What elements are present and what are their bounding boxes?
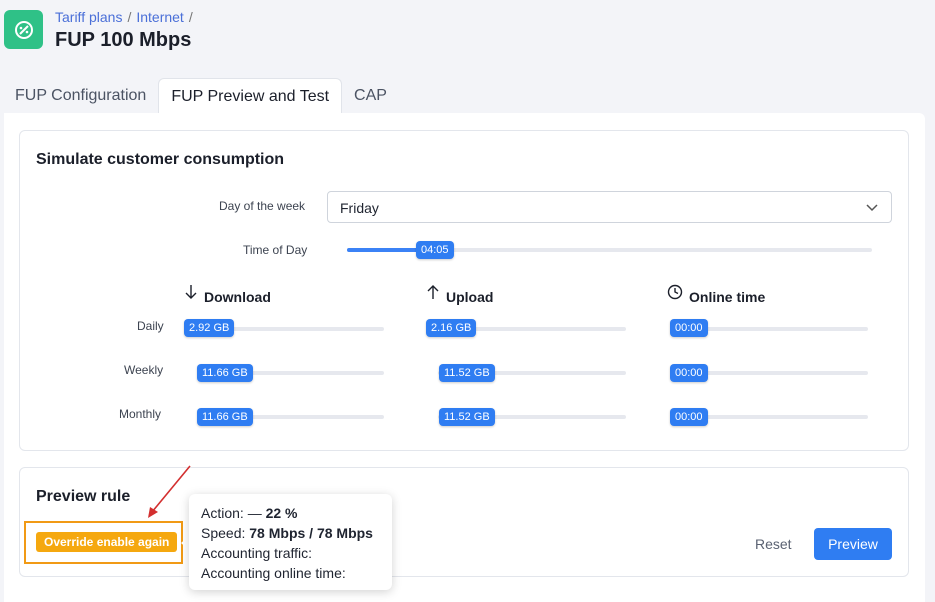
tooltip-action-value: 22 % [265, 505, 298, 521]
daily-upload-handle[interactable]: 2.16 GB [426, 319, 477, 337]
time-of-day-slider-fill [347, 248, 421, 252]
rule-tooltip: Action: — 22 % Speed: 78 Mbps / 78 Mbps … [189, 494, 392, 590]
simulate-title: Simulate customer consumption [36, 151, 285, 168]
breadcrumb-tariff-plans[interactable]: Tariff plans [55, 9, 122, 25]
tooltip-speed-value: 78 Mbps / 78 Mbps [249, 525, 373, 541]
online-time-header: Online time [667, 281, 765, 305]
arrow-down-icon [184, 284, 198, 303]
preview-rule-title: Preview rule [36, 488, 131, 505]
page-title: FUP 100 Mbps [55, 29, 192, 51]
day-of-week-select[interactable]: Friday [327, 191, 892, 223]
weekly-upload-handle[interactable]: 11.52 GB [439, 364, 495, 382]
tooltip-speed-line: Speed: 78 Mbps / 78 Mbps [201, 523, 380, 543]
daily-online-handle[interactable]: 00:00 [670, 319, 708, 337]
monthly-online-handle[interactable]: 00:00 [670, 408, 708, 426]
reset-button[interactable]: Reset [745, 532, 802, 556]
tooltip-accounting-traffic: Accounting traffic: [201, 545, 313, 561]
time-of-day-slider-handle[interactable]: 04:05 [416, 241, 454, 259]
upload-header: Upload [426, 281, 493, 305]
breadcrumb-separator: / [127, 9, 132, 25]
tooltip-action-line: Action: — 22 % [201, 503, 380, 523]
tooltip-action-label: Action: [201, 505, 244, 521]
time-of-day-label: Time of Day [243, 243, 308, 257]
arrow-up-icon [426, 284, 440, 303]
tab-cap[interactable]: CAP [342, 78, 399, 114]
tab-fup-preview-and-test[interactable]: FUP Preview and Test [158, 78, 343, 114]
annotation-arrow-icon [148, 465, 191, 518]
app-logo-icon [4, 10, 43, 49]
breadcrumb: Tariff plans / Internet / [55, 9, 193, 25]
tab-fup-configuration[interactable]: FUP Configuration [0, 78, 158, 114]
day-of-week-value: Friday [340, 200, 379, 216]
breadcrumb-internet[interactable]: Internet [136, 9, 183, 25]
preview-button[interactable]: Preview [814, 528, 892, 560]
weekly-download-handle[interactable]: 11.66 GB [197, 364, 253, 382]
clock-icon [667, 284, 683, 303]
monthly-upload-handle[interactable]: 11.52 GB [439, 408, 495, 426]
download-header: Download [184, 281, 271, 305]
monthly-download-handle[interactable]: 11.66 GB [197, 408, 253, 426]
chevron-down-icon [865, 200, 879, 217]
weekly-online-handle[interactable]: 00:00 [670, 364, 708, 382]
upload-label: Upload [446, 289, 494, 305]
daily-download-handle[interactable]: 2.92 GB [184, 319, 235, 337]
row-label-daily: Daily [137, 319, 164, 333]
download-label: Download [204, 289, 271, 305]
day-of-week-label: Day of the week [219, 199, 306, 213]
online-time-label: Online time [689, 289, 766, 305]
breadcrumb-separator: / [188, 9, 193, 25]
tooltip-speed-label: Speed: [201, 525, 246, 541]
row-label-monthly: Monthly [119, 407, 162, 421]
tooltip-accounting-online-time: Accounting online time: [201, 565, 346, 581]
tab-bar: FUP Configuration FUP Preview and Test C… [0, 78, 399, 114]
override-status-badge[interactable]: Override enable again [36, 532, 178, 552]
row-label-weekly: Weekly [124, 363, 164, 377]
tooltip-action-dash: — [247, 505, 262, 521]
